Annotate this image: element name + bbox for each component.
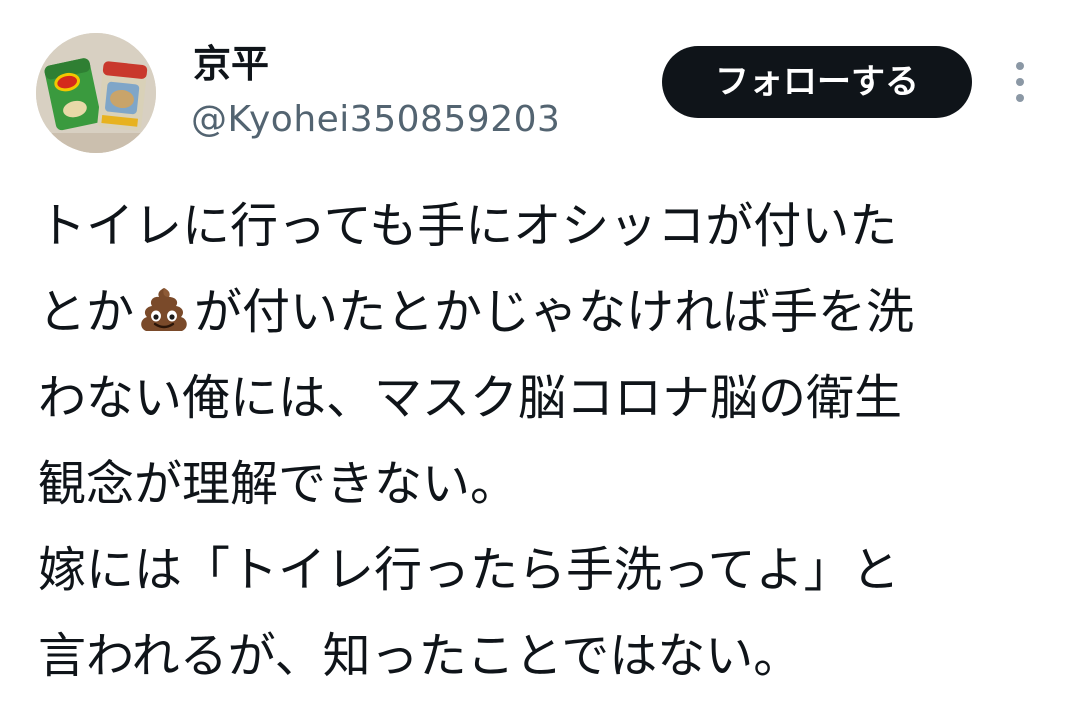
follow-button[interactable]: フォローする (662, 46, 972, 118)
pile-of-poo-emoji (141, 288, 187, 331)
tweet-text-segment: とか (38, 284, 135, 340)
tweet-card: 京平 @Kyohei350859203 フォローする トイレに行っても手にオシッ… (0, 0, 1080, 707)
more-dot (1016, 62, 1024, 70)
display-name[interactable]: 京平 (193, 42, 269, 86)
more-dot (1016, 78, 1024, 86)
tweet-line: わない俺には、マスク脳コロナ脳の衛生 (38, 370, 903, 426)
tweet-line: トイレに行っても手にオシッコが付いた (38, 198, 898, 254)
tweet-line: 嫁には「トイレ行ったら手洗ってよ」と (38, 542, 900, 598)
tweet-line: とか が付いたとかじゃなければ手を洗 (38, 269, 1048, 355)
tweet-text-segment: が付いたとかじゃなければ手を洗 (194, 284, 915, 340)
avatar-image (36, 33, 156, 153)
more-vertical-icon[interactable] (1000, 58, 1040, 106)
tweet-text: トイレに行っても手にオシッコが付いた とか が付いたとかじゃなければ手を洗 わな… (38, 183, 1048, 699)
user-handle[interactable]: @Kyohei350859203 (191, 98, 560, 142)
tweet-line: 観念が理解できない。 (38, 456, 519, 512)
avatar[interactable] (36, 33, 156, 153)
more-dot (1016, 94, 1024, 102)
tweet-line: 言われるが、知ったことではない。 (38, 628, 802, 684)
